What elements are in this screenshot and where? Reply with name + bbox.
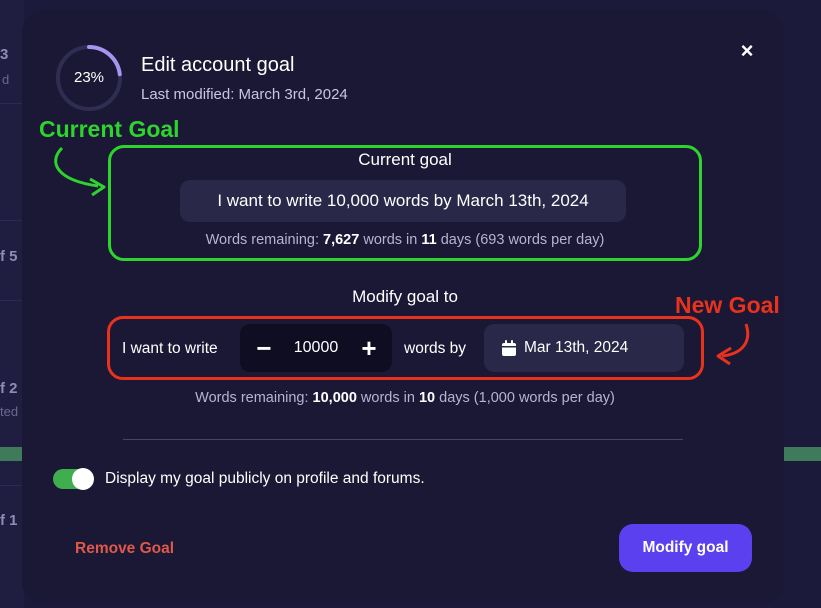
current-goal-statement: I want to write 10,000 words by March 13… bbox=[180, 180, 626, 222]
words-by-label: words by bbox=[404, 340, 467, 357]
last-modified: Last modified: March 3rd, 2024 bbox=[141, 86, 348, 103]
background-divider bbox=[0, 300, 22, 301]
remove-goal-button[interactable]: Remove Goal bbox=[75, 540, 174, 558]
new-words-remaining: Words remaining: 10,000 words in 10 days… bbox=[195, 390, 615, 406]
close-icon: × bbox=[740, 38, 754, 63]
public-goal-label: Display my goal publicly on profile and … bbox=[105, 470, 425, 487]
edit-goal-modal bbox=[22, 10, 784, 604]
progress-percent: 23% bbox=[73, 69, 105, 86]
modify-goal-button[interactable]: Modify goal bbox=[619, 524, 752, 572]
current-words-remaining: Words remaining: 7,627 words in 11 days … bbox=[205, 232, 605, 248]
goal-date-value: Mar 13th, 2024 bbox=[524, 339, 629, 356]
decrement-button[interactable]: − bbox=[254, 324, 274, 372]
current-goal-annotation: Current Goal bbox=[39, 116, 180, 142]
background-text: ted bbox=[0, 404, 19, 419]
current-goal-heading: Current goal bbox=[358, 150, 452, 169]
close-button[interactable]: × bbox=[736, 40, 758, 62]
background-divider bbox=[0, 485, 22, 486]
background-text: 3 bbox=[0, 46, 9, 63]
background-progress-strip bbox=[0, 447, 22, 461]
modify-goal-prefix: I want to write bbox=[122, 340, 218, 357]
background-text: f 2 bbox=[0, 380, 18, 397]
word-count-stepper: − 10000 + bbox=[240, 324, 392, 372]
calendar-icon bbox=[502, 340, 516, 356]
increment-button[interactable]: + bbox=[358, 324, 380, 372]
modal-title: Edit account goal bbox=[141, 54, 295, 76]
goal-date-picker[interactable]: Mar 13th, 2024 bbox=[484, 324, 684, 372]
background-divider bbox=[0, 220, 22, 221]
modify-goal-heading: Modify goal to bbox=[352, 287, 458, 306]
background-progress-strip bbox=[784, 447, 821, 461]
divider bbox=[123, 439, 683, 440]
background-divider bbox=[0, 103, 22, 104]
public-goal-toggle[interactable] bbox=[53, 468, 94, 490]
background-text: f 5 bbox=[0, 248, 18, 265]
toggle-knob bbox=[72, 468, 94, 490]
word-count-input[interactable]: 10000 bbox=[284, 324, 348, 372]
background-text: r d bbox=[0, 72, 10, 87]
background-text: f 1 bbox=[0, 512, 18, 529]
